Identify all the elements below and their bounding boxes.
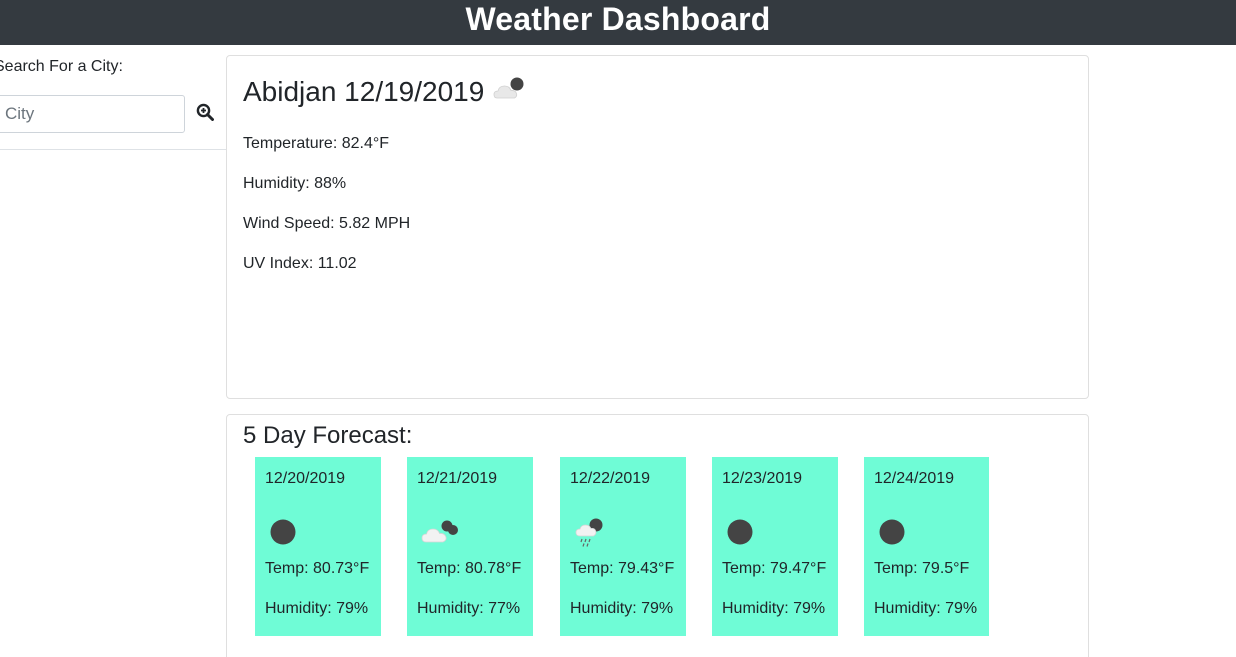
forecast-card: 12/20/2019 Temp: 80.73°F Humidity: 79% xyxy=(255,457,381,636)
forecast-date: 12/21/2019 xyxy=(417,470,498,487)
search-plus-icon xyxy=(196,103,214,126)
forecast-title: 5 Day Forecast: xyxy=(243,422,413,449)
city-search-input[interactable] xyxy=(0,95,185,133)
forecast-temp: Temp: 79.5°F xyxy=(874,560,970,577)
partly-cloudy-night-icon xyxy=(492,75,528,103)
page-title: Weather Dashboard xyxy=(465,1,771,37)
forecast-card: 12/24/2019 Temp: 79.5°F Humidity: 79% xyxy=(864,457,989,636)
clear-night-icon xyxy=(726,514,770,550)
current-wind-speed: Wind Speed: 5.82 MPH xyxy=(243,215,411,232)
forecast-date: 12/24/2019 xyxy=(874,470,955,487)
forecast-date: 12/23/2019 xyxy=(722,470,803,487)
forecast-card: 12/22/2019 Temp: 79.43°F Humidity: 79% xyxy=(560,457,686,636)
search-label: Search For a City: xyxy=(0,58,123,75)
forecast-humidity: Humidity: 79% xyxy=(265,600,369,617)
broken-clouds-icon xyxy=(421,514,465,550)
search-button[interactable] xyxy=(192,101,218,127)
current-weather-card: Abidjan 12/19/2019 Temperature: 82.4°F H… xyxy=(226,55,1089,399)
current-humidity: Humidity: 88% xyxy=(243,175,347,192)
current-city-title: Abidjan 12/19/2019 xyxy=(243,76,485,107)
forecast-card: 12/21/2019 Temp: 80.78°F Humidity: 77% xyxy=(407,457,533,636)
forecast-humidity: Humidity: 79% xyxy=(570,600,674,617)
forecast-date: 12/20/2019 xyxy=(265,470,346,487)
forecast-date: 12/22/2019 xyxy=(570,470,651,487)
forecast-temp: Temp: 79.43°F xyxy=(570,560,675,577)
header-bar: Weather Dashboard xyxy=(0,0,1236,45)
forecast-humidity: Humidity: 77% xyxy=(417,600,521,617)
forecast-humidity: Humidity: 79% xyxy=(722,600,826,617)
forecast-card: 12/23/2019 Temp: 79.47°F Humidity: 79% xyxy=(712,457,838,636)
clear-night-icon xyxy=(269,514,313,550)
forecast-section: 5 Day Forecast: 12/20/2019 Temp: 80.73°F… xyxy=(226,414,1089,657)
forecast-temp: Temp: 80.73°F xyxy=(265,560,370,577)
current-temperature: Temperature: 82.4°F xyxy=(243,135,390,152)
forecast-temp: Temp: 80.78°F xyxy=(417,560,522,577)
current-city-heading: Abidjan 12/19/2019 xyxy=(243,76,528,108)
forecast-humidity: Humidity: 79% xyxy=(874,600,978,617)
clear-night-icon xyxy=(878,514,922,550)
sidebar: Search For a City: xyxy=(0,45,226,150)
forecast-temp: Temp: 79.47°F xyxy=(722,560,827,577)
rain-night-icon xyxy=(574,514,618,550)
current-uv-index: UV Index: 11.02 xyxy=(243,255,357,272)
